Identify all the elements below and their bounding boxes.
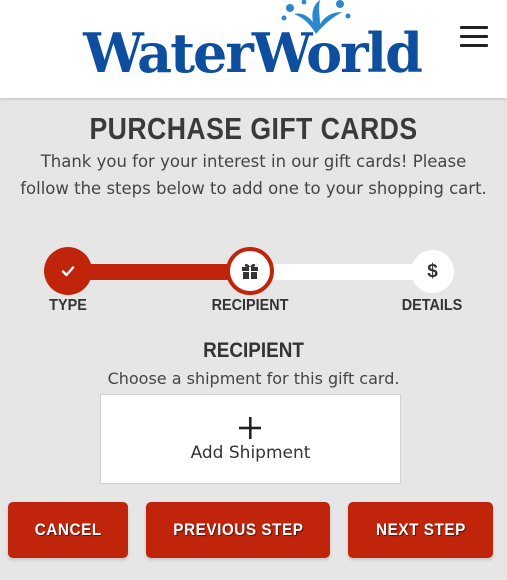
- intro-text: Thank you for your interest in our gift …: [20, 152, 487, 198]
- step-label-recipient: RECIPIENT: [211, 297, 289, 314]
- recipient-subtext: Choose a shipment for this gift card.: [107, 369, 400, 388]
- previous-step-button-label: PREVIOUS STEP: [172, 520, 304, 539]
- hamburger-menu-icon[interactable]: [460, 26, 488, 50]
- step-label-type: TYPE: [49, 297, 87, 314]
- next-step-button[interactable]: NEXT STEP: [348, 502, 493, 558]
- plus-icon: [239, 417, 261, 439]
- progress-fill: [68, 264, 250, 280]
- recipient-heading: RECIPIENT: [203, 339, 304, 362]
- next-step-button-label: NEXT STEP: [375, 520, 466, 539]
- check-icon: [61, 266, 75, 277]
- add-shipment-label: Add Shipment: [190, 443, 311, 463]
- cancel-button[interactable]: CANCEL: [8, 502, 128, 558]
- waterworld-logo[interactable]: WaterWorld: [72, 0, 432, 85]
- step-details-indicator[interactable]: $: [411, 250, 454, 293]
- cancel-button-label: CANCEL: [34, 520, 102, 539]
- step-type-indicator[interactable]: [44, 247, 92, 295]
- step-label-details: DETAILS: [401, 297, 463, 314]
- previous-step-button[interactable]: PREVIOUS STEP: [146, 502, 330, 558]
- add-shipment-button[interactable]: Add Shipment: [100, 394, 401, 484]
- gift-icon: [242, 263, 258, 279]
- logo-wordmark: WaterWorld: [83, 21, 423, 85]
- step-recipient-indicator[interactable]: [226, 247, 274, 295]
- dollar-icon: $: [427, 260, 438, 282]
- site-header: WaterWorld: [0, 0, 507, 98]
- page-title: PURCHASE GIFT CARDS: [89, 111, 418, 146]
